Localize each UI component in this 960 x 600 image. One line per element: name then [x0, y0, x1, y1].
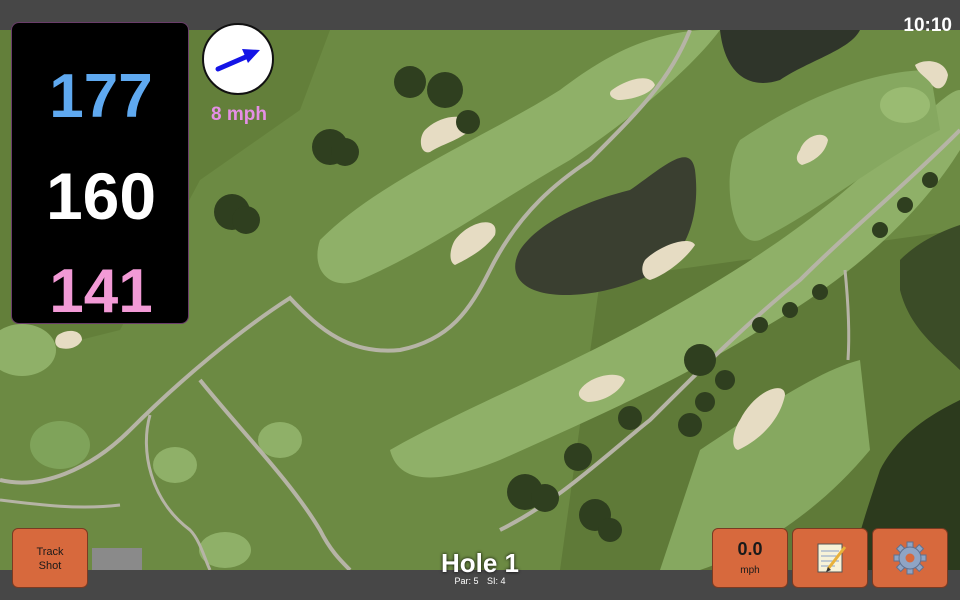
wind-arrow-icon [215, 49, 260, 72]
hole-stroke-index: SI: 4 [487, 576, 506, 586]
track-shot-label: Track Shot [13, 545, 87, 573]
wind-indicator[interactable] [202, 23, 274, 95]
distance-middle: 160 [45, 159, 157, 233]
hole-meta: Par: 5 SI: 4 [380, 576, 580, 586]
track-shot-label-line2: Shot [38, 560, 62, 572]
speed-button[interactable]: 0.0 mph [712, 528, 788, 588]
distance-front: 141 [49, 257, 153, 326]
distance-panel: 177 160 141 [11, 22, 189, 326]
track-shot-label-line1: Track [36, 546, 64, 558]
wind-speed-label: 8 mph [211, 104, 267, 125]
settings-button[interactable] [872, 528, 948, 588]
speed-unit: mph [740, 565, 760, 576]
notepad-icon [817, 543, 847, 573]
notes-button[interactable] [792, 528, 868, 588]
gear-icon [893, 541, 927, 575]
hole-par: Par: 5 [454, 576, 479, 586]
speed-value: 0.0 [737, 539, 763, 559]
status-time: 10:10 [903, 15, 952, 36]
track-shot-button[interactable]: Track Shot [12, 528, 88, 588]
hole-title: Hole 1 [440, 548, 520, 578]
distance-back: 177 [49, 62, 153, 131]
